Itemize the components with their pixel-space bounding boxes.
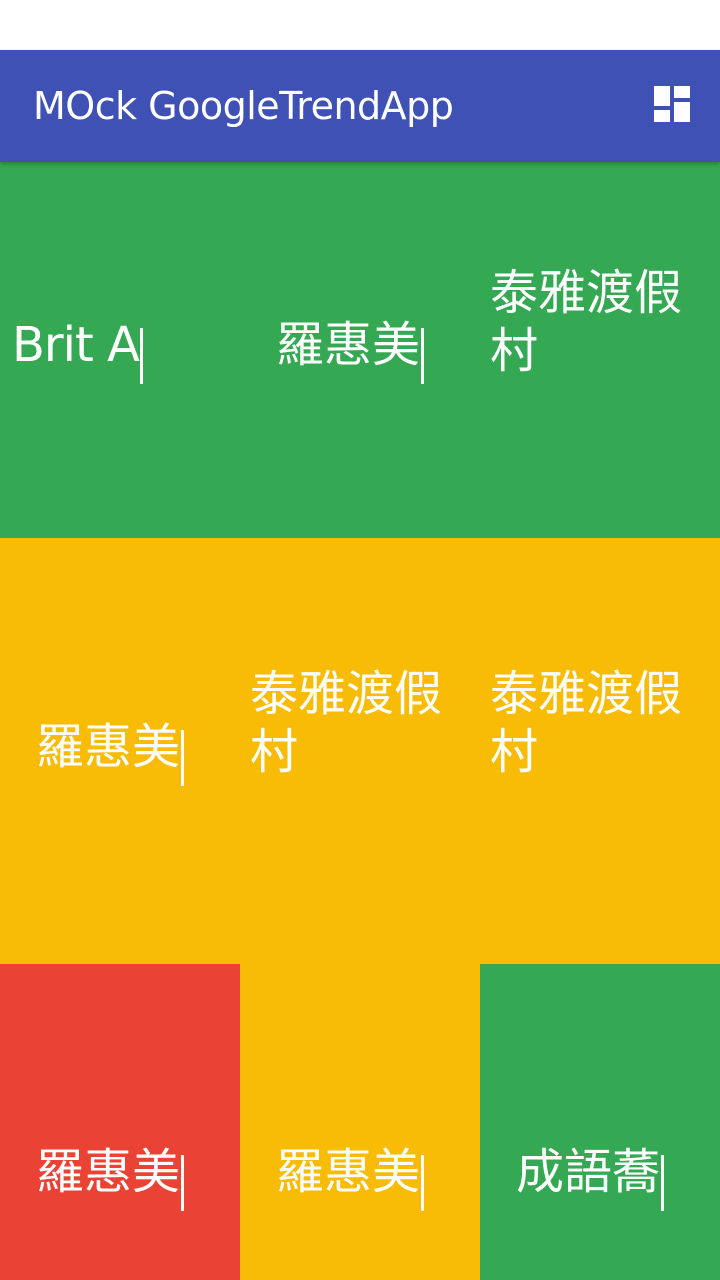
app-title: MOck GoogleTrendApp <box>33 84 454 128</box>
trend-tile[interactable]: 羅惠美 <box>240 964 480 1280</box>
trend-tile[interactable]: 羅惠美 <box>0 538 240 964</box>
trend-tile[interactable]: 成語蕎 <box>480 964 720 1280</box>
trend-tile[interactable]: 泰雅渡假村 <box>480 538 720 964</box>
trend-term: 羅惠美 <box>36 718 181 775</box>
trend-term: 羅惠美 <box>276 1143 421 1200</box>
trend-row-3: 羅惠美 羅惠美 成語蕎 <box>0 964 720 1280</box>
trend-row-2: 羅惠美 泰雅渡假村 泰雅渡假村 <box>0 538 720 964</box>
trend-row-1: Brit A 羅惠美 泰雅渡假村 <box>0 162 720 538</box>
trend-term: 泰雅渡假村 <box>250 666 443 780</box>
app-bar: MOck GoogleTrendApp <box>0 50 720 162</box>
trend-tile[interactable]: 羅惠美 <box>0 964 240 1280</box>
trend-term: 羅惠美 <box>36 1143 181 1200</box>
trend-tile[interactable]: Brit A <box>0 162 240 538</box>
text-cursor <box>181 1155 185 1212</box>
dashboard-icon[interactable] <box>654 86 690 122</box>
trend-term: 羅惠美 <box>276 316 421 373</box>
text-cursor <box>661 1155 665 1212</box>
trend-grid: Brit A 羅惠美 泰雅渡假村 羅惠美 泰雅渡假村 泰雅渡假村 羅惠美 羅惠美… <box>0 162 720 1280</box>
trend-tile[interactable]: 泰雅渡假村 <box>480 162 720 538</box>
trend-tile[interactable]: 泰雅渡假村 <box>240 538 480 964</box>
status-bar <box>0 0 720 50</box>
text-cursor <box>181 730 185 787</box>
text-cursor <box>421 328 425 385</box>
trend-term: 泰雅渡假村 <box>490 666 683 780</box>
text-cursor <box>421 1155 425 1212</box>
text-cursor <box>139 328 143 385</box>
trend-term: 成語蕎 <box>516 1143 661 1200</box>
trend-term: 泰雅渡假村 <box>490 265 683 379</box>
trend-term: Brit A <box>12 316 140 373</box>
trend-tile[interactable]: 羅惠美 <box>240 162 480 538</box>
